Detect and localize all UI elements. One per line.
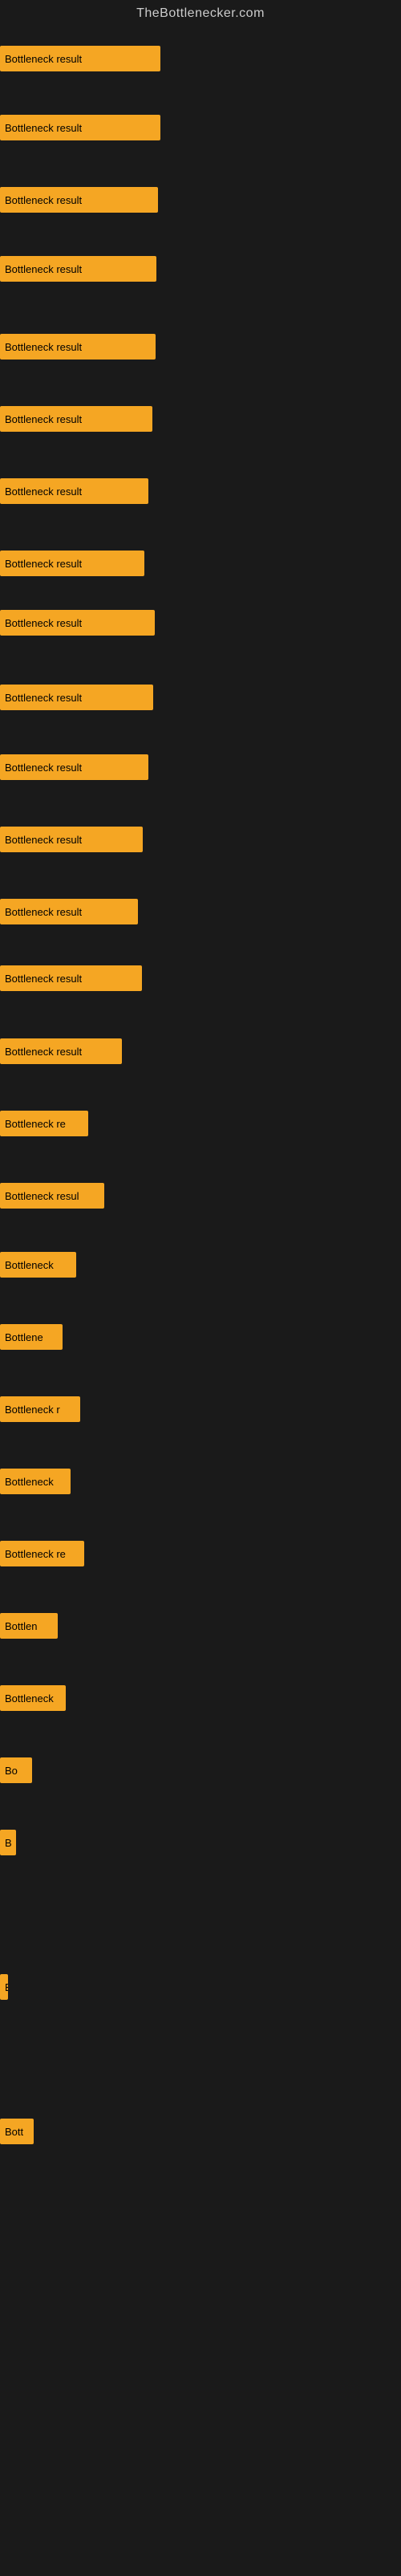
bottleneck-result-item[interactable]: Bottleneck result <box>0 256 156 282</box>
bottleneck-result-item[interactable]: Bottleneck <box>0 1469 71 1494</box>
bottleneck-result-item[interactable]: Bottleneck result <box>0 610 155 636</box>
bottleneck-label: B <box>5 1981 8 1993</box>
bottleneck-label: Bottleneck result <box>5 486 82 498</box>
bottleneck-result-item[interactable]: Bottleneck result <box>0 334 156 360</box>
bottleneck-result-item[interactable]: Bottleneck re <box>0 1541 84 1566</box>
bottleneck-label: Bottleneck <box>5 1476 54 1488</box>
site-title: TheBottlenecker.com <box>0 0 401 24</box>
bottleneck-label: Bottleneck result <box>5 1046 82 1058</box>
bottleneck-label: Bottleneck result <box>5 53 82 65</box>
bottleneck-label: Bottleneck <box>5 1692 54 1704</box>
bottleneck-result-item[interactable]: Bottleneck result <box>0 685 153 710</box>
bottleneck-result-item[interactable]: Bo <box>0 1757 32 1783</box>
bottleneck-label: Bott <box>5 2126 23 2138</box>
bottleneck-label: Bottlen <box>5 1620 37 1632</box>
bottleneck-label: Bottleneck result <box>5 122 82 134</box>
bottleneck-result-item[interactable]: Bottleneck result <box>0 46 160 71</box>
bottleneck-label: Bottleneck result <box>5 692 82 704</box>
bottleneck-label: Bottleneck re <box>5 1118 66 1130</box>
bottleneck-result-item[interactable]: Bottleneck re <box>0 1111 88 1136</box>
bottleneck-label: Bottleneck result <box>5 834 82 846</box>
bottleneck-label: Bottleneck <box>5 1259 54 1271</box>
bottleneck-result-item[interactable]: B <box>0 1974 8 2000</box>
bottleneck-result-item[interactable]: Bottleneck result <box>0 551 144 576</box>
bottleneck-label: Bottlene <box>5 1331 43 1343</box>
bottleneck-label: Bottleneck result <box>5 973 82 985</box>
bottleneck-label: Bo <box>5 1765 18 1777</box>
bottleneck-label: Bottleneck r <box>5 1404 60 1416</box>
bottleneck-label: Bottleneck result <box>5 617 82 629</box>
bottleneck-result-item[interactable]: Bottleneck result <box>0 1038 122 1064</box>
bottleneck-label: Bottleneck re <box>5 1548 66 1560</box>
bottleneck-label: Bottleneck result <box>5 341 82 353</box>
bottleneck-result-item[interactable]: Bottleneck <box>0 1252 76 1278</box>
bottleneck-label: Bottleneck resul <box>5 1190 79 1202</box>
bottleneck-result-item[interactable]: B <box>0 1830 16 1855</box>
bottleneck-result-item[interactable]: Bottleneck result <box>0 754 148 780</box>
bottleneck-result-item[interactable]: Bottleneck r <box>0 1396 80 1422</box>
bottleneck-label: Bottleneck result <box>5 906 82 918</box>
bottleneck-label: Bottleneck result <box>5 413 82 425</box>
bottleneck-result-item[interactable]: Bottlen <box>0 1613 58 1639</box>
bottleneck-result-item[interactable]: Bottleneck result <box>0 965 142 991</box>
bottleneck-result-item[interactable]: Bott <box>0 2119 34 2144</box>
bottleneck-label: B <box>5 1837 12 1849</box>
bottleneck-label: Bottleneck result <box>5 263 82 275</box>
bottleneck-result-item[interactable]: Bottleneck result <box>0 115 160 140</box>
bottleneck-result-item[interactable]: Bottleneck result <box>0 827 143 852</box>
bottleneck-result-item[interactable]: Bottleneck result <box>0 406 152 432</box>
bottleneck-result-item[interactable]: Bottlene <box>0 1324 63 1350</box>
bottleneck-label: Bottleneck result <box>5 558 82 570</box>
bottleneck-result-item[interactable]: Bottleneck result <box>0 478 148 504</box>
bottleneck-result-item[interactable]: Bottleneck result <box>0 187 158 213</box>
bottleneck-label: Bottleneck result <box>5 194 82 206</box>
bottleneck-label: Bottleneck result <box>5 762 82 774</box>
bottleneck-result-item[interactable]: Bottleneck resul <box>0 1183 104 1209</box>
bottleneck-result-item[interactable]: Bottleneck <box>0 1685 66 1711</box>
bottleneck-result-item[interactable]: Bottleneck result <box>0 899 138 924</box>
